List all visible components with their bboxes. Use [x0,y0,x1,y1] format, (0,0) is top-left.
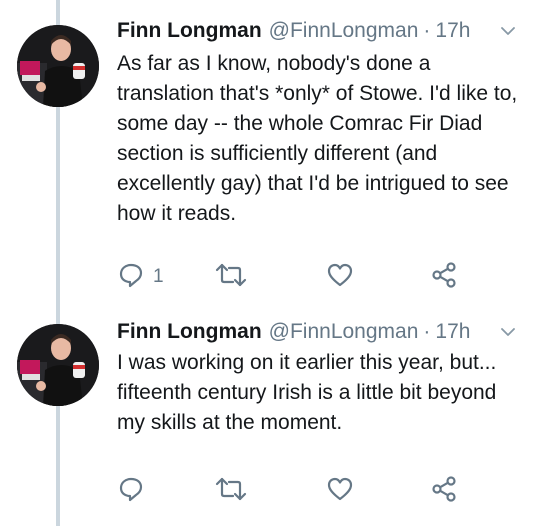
share-button[interactable] [430,475,458,507]
retweet-icon [215,475,247,508]
like-button[interactable] [326,261,354,293]
tweet-text: As far as I know, nobody's done a transl… [117,52,518,225]
share-button[interactable] [430,261,458,293]
timestamp[interactable]: 17h [435,19,470,43]
tweet-actions [117,475,477,507]
separator: · [423,320,431,343]
timestamp[interactable]: 17h [435,320,470,344]
author-handle[interactable]: @FinnLongman [269,320,419,344]
like-button[interactable] [326,475,354,507]
reply-icon [117,475,145,508]
reply-button[interactable] [117,475,153,507]
heart-icon [326,475,354,508]
avatar[interactable] [17,324,99,406]
heart-icon [326,261,354,294]
tweet[interactable]: Finn Longman @FinnLongman · 17h As far a… [0,0,540,312]
retweet-button[interactable] [215,475,247,507]
chevron-down-icon[interactable] [500,324,516,340]
tweet-header: Finn Longman @FinnLongman · 17h [117,16,530,46]
tweet[interactable]: Finn Longman @FinnLongman · 17h I was wo… [0,312,540,526]
retweet-button[interactable] [215,261,247,293]
tweet-text: I was working on it earlier this year, b… [117,351,497,434]
reply-count: 1 [153,266,164,287]
share-icon [430,475,458,508]
chevron-down-icon[interactable] [500,23,516,39]
separator: · [423,19,431,42]
tweet-header: Finn Longman @FinnLongman · 17h [117,317,530,347]
author-name[interactable]: Finn Longman [117,19,262,43]
share-icon [430,261,458,294]
tweet-actions: 1 [117,261,477,293]
retweet-icon [215,261,247,294]
author-handle[interactable]: @FinnLongman [269,19,419,43]
reply-button[interactable]: 1 [117,261,164,293]
reply-icon [117,261,145,294]
author-name[interactable]: Finn Longman [117,320,262,344]
avatar[interactable] [17,25,99,107]
